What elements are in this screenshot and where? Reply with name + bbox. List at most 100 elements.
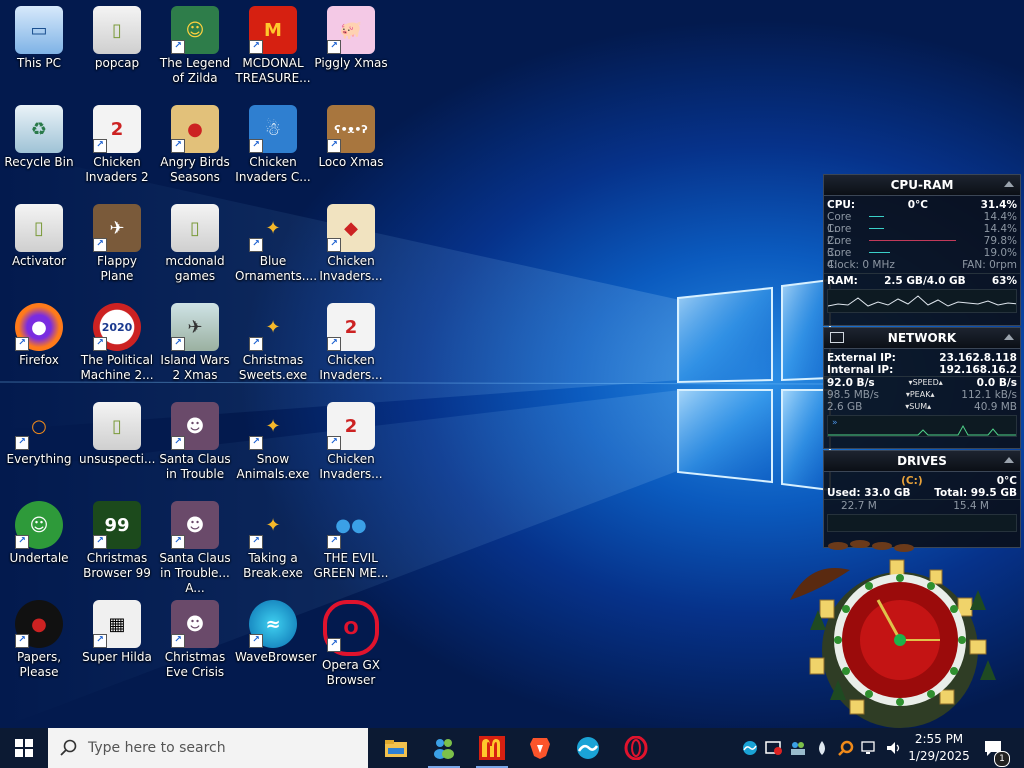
desktop-icon-label: Loco Xmas: [318, 155, 384, 169]
desktop-icon[interactable]: ▦ ↗ Super Hilda: [78, 596, 156, 688]
start-button[interactable]: [0, 728, 48, 768]
desktop-icon[interactable]: ʕ•ᴥ•ʔ ↗ Loco Xmas: [312, 101, 390, 193]
core-label: Core 4:: [827, 247, 852, 271]
desktop-icon[interactable]: ▯ unsuspecti...: [78, 398, 156, 490]
core-usage-bar: [869, 228, 978, 229]
desktop-icon-label: Taking a Break.exe: [243, 551, 303, 580]
chicken-icon: 2 ↗: [327, 402, 375, 450]
desktop-icon[interactable]: 2 ↗ Chicken Invaders...: [312, 299, 390, 391]
desktop-icon-label: THE EVIL GREEN ME...: [313, 551, 389, 580]
tray-wavebrowser[interactable]: [738, 728, 762, 768]
taskbar-brave[interactable]: [516, 728, 564, 768]
desktop-icon[interactable]: ✈ ↗ Island Wars 2 Xmas: [156, 299, 234, 391]
christmas-clock-gadget[interactable]: [790, 540, 1010, 728]
mcdonalds-icon: M ↗: [249, 6, 297, 54]
taskbar-clock[interactable]: 2:55 PM 1/29/2025: [906, 731, 972, 765]
network-header[interactable]: NETWORK: [824, 328, 1020, 349]
shortcut-arrow-icon: ↗: [171, 40, 185, 54]
desktop-icon[interactable]: ☺ ↗ The Legend of Zilda: [156, 2, 234, 94]
desktop-icon[interactable]: ☺ ↗ Undertale: [0, 497, 78, 589]
taskbar-search-box[interactable]: Type here to search: [48, 728, 368, 768]
desktop-icon[interactable]: 2 ↗ Chicken Invaders...: [312, 398, 390, 490]
action-center-button[interactable]: 1: [980, 728, 1010, 768]
search-icon: [60, 739, 77, 756]
tray-network[interactable]: [858, 728, 882, 768]
desktop-icon[interactable]: ✈ ↗ Flappy Plane: [78, 200, 156, 292]
desktop-icon[interactable]: ☻ ↗ Santa Claus in Trouble: [156, 398, 234, 490]
desktop-icon[interactable]: ✦ ↗ Blue Ornaments....: [234, 200, 317, 292]
desktop-icon-label: Papers, Please: [16, 650, 62, 679]
network-gadget[interactable]: NETWORK External IP: 23.162.8.118 Intern…: [823, 327, 1021, 449]
collapse-caret-icon[interactable]: [1004, 334, 1014, 340]
messenger-icon: [434, 739, 454, 759]
desktop-icon[interactable]: 99 ↗ Christmas Browser 99: [78, 497, 156, 589]
desktop-icon[interactable]: ✦ ↗ Snow Animals.exe: [234, 398, 312, 490]
papers-please-icon: ● ↗: [15, 600, 63, 648]
desktop-icon-label: unsuspecti...: [79, 452, 156, 466]
desktop-icon[interactable]: 2 ↗ Chicken Invaders 2: [78, 101, 156, 193]
shortcut-arrow-icon: ↗: [15, 535, 29, 549]
taskbar-opera[interactable]: [612, 728, 660, 768]
cpu-ram-header[interactable]: CPU-RAM: [824, 175, 1020, 196]
desktop-icon[interactable]: ◆ ↗ Chicken Invaders...: [312, 200, 390, 292]
desktop-icon[interactable]: ●● ↗ THE EVIL GREEN ME...: [312, 497, 390, 589]
desktop-icon-label: The Political Machine 2...: [80, 353, 154, 382]
ram-label: RAM:: [827, 275, 858, 287]
desktop-icon[interactable]: ▯ popcap: [78, 2, 156, 94]
shortcut-arrow-icon: ↗: [93, 535, 107, 549]
desktop-icon[interactable]: ▯ Activator: [0, 200, 78, 292]
tray-volume[interactable]: [882, 728, 906, 768]
desktop-icon-label: Recycle Bin: [4, 155, 74, 169]
desktop-icon[interactable]: ☻ ↗ Christmas Eve Crisis: [156, 596, 234, 688]
wavebrowser-icon: [577, 737, 599, 759]
core-usage-bar: [869, 252, 978, 253]
desktop-icon[interactable]: ● ↗ Papers, Please: [0, 596, 78, 688]
cpu-ram-gadget[interactable]: CPU-RAM CPU: 0°C 31.4% Core 1: 14.4% Core …: [823, 174, 1021, 326]
tray-people[interactable]: [786, 728, 810, 768]
desktop-icon[interactable]: ✦ ↗ Christmas Sweets.exe: [234, 299, 312, 391]
taskbar-file-explorer[interactable]: [372, 728, 420, 768]
shortcut-arrow-icon: ↗: [249, 535, 263, 549]
desktop-icon-label: Island Wars 2 Xmas: [160, 353, 230, 382]
desktop-icon[interactable]: ✦ ↗ Taking a Break.exe: [234, 497, 312, 589]
desktop-icon[interactable]: M ↗ MCDONAL TREASURE...: [234, 2, 312, 94]
chicken-icon: 2 ↗: [327, 303, 375, 351]
cpu-value: 31.4%: [980, 199, 1017, 211]
desktop-icon[interactable]: ♻ Recycle Bin: [0, 101, 78, 193]
taskbar: Type here to search 2:55 PM 1/29/2025 1: [0, 728, 1024, 768]
shortcut-arrow-icon: ↗: [171, 535, 185, 549]
tray-drop[interactable]: [810, 728, 834, 768]
desktop-icon[interactable]: ≈ ↗ WaveBrowser: [234, 596, 317, 688]
desktop-icon[interactable]: ● ↗ Firefox: [0, 299, 78, 391]
collapse-caret-icon[interactable]: [1004, 181, 1014, 187]
desktop-icon[interactable]: 2020 ↗ The Political Machine 2...: [78, 299, 156, 391]
drive-letter: (C:): [901, 475, 923, 487]
desktop-icon-label: Christmas Browser 99: [83, 551, 151, 580]
ram-graph-line: [828, 295, 1016, 307]
desktop-icon[interactable]: ○ ↗ Everything: [0, 398, 78, 490]
taskbar-wavebrowser[interactable]: [564, 728, 612, 768]
desktop-icon[interactable]: ▯ mcdonald games: [156, 200, 234, 292]
desktop-icon[interactable]: ▭ This PC: [0, 2, 78, 94]
core-row: Core 2: 14.4%: [824, 223, 1020, 247]
drives-gadget[interactable]: DRIVES (C:) 0°C Used: 33.0 GB Total: 99.…: [823, 450, 1021, 548]
desktop-icon[interactable]: ☻ ↗ Santa Claus in Trouble... A...: [156, 497, 234, 595]
snowman-icon: ☃ ↗: [249, 105, 297, 153]
desktop-icon[interactable]: 🐖 ↗ Piggly Xmas: [312, 2, 390, 94]
taskbar-mcdonalds[interactable]: [468, 728, 516, 768]
cpu-label: CPU:: [827, 199, 856, 211]
desktop-icon[interactable]: ☃ ↗ Chicken Invaders C...: [234, 101, 312, 193]
collapse-caret-icon[interactable]: [1004, 457, 1014, 463]
desktop-icon-label: WaveBrowser: [235, 650, 317, 664]
desktop-icon[interactable]: O ↗ Opera GX Browser: [312, 596, 390, 688]
shortcut-arrow-icon: ↗: [249, 40, 263, 54]
tray-security[interactable]: [762, 728, 786, 768]
network-title: NETWORK: [887, 331, 957, 345]
tray-everything[interactable]: [834, 728, 858, 768]
desktop-icon[interactable]: ● ↗ Angry Birds Seasons: [156, 101, 234, 193]
pig-icon: 🐖 ↗: [327, 6, 375, 54]
clock-date: 1/29/2025: [908, 749, 970, 763]
taskbar-messenger[interactable]: [420, 728, 468, 768]
core-usage-bar: [869, 216, 978, 217]
drives-header[interactable]: DRIVES: [824, 451, 1020, 472]
